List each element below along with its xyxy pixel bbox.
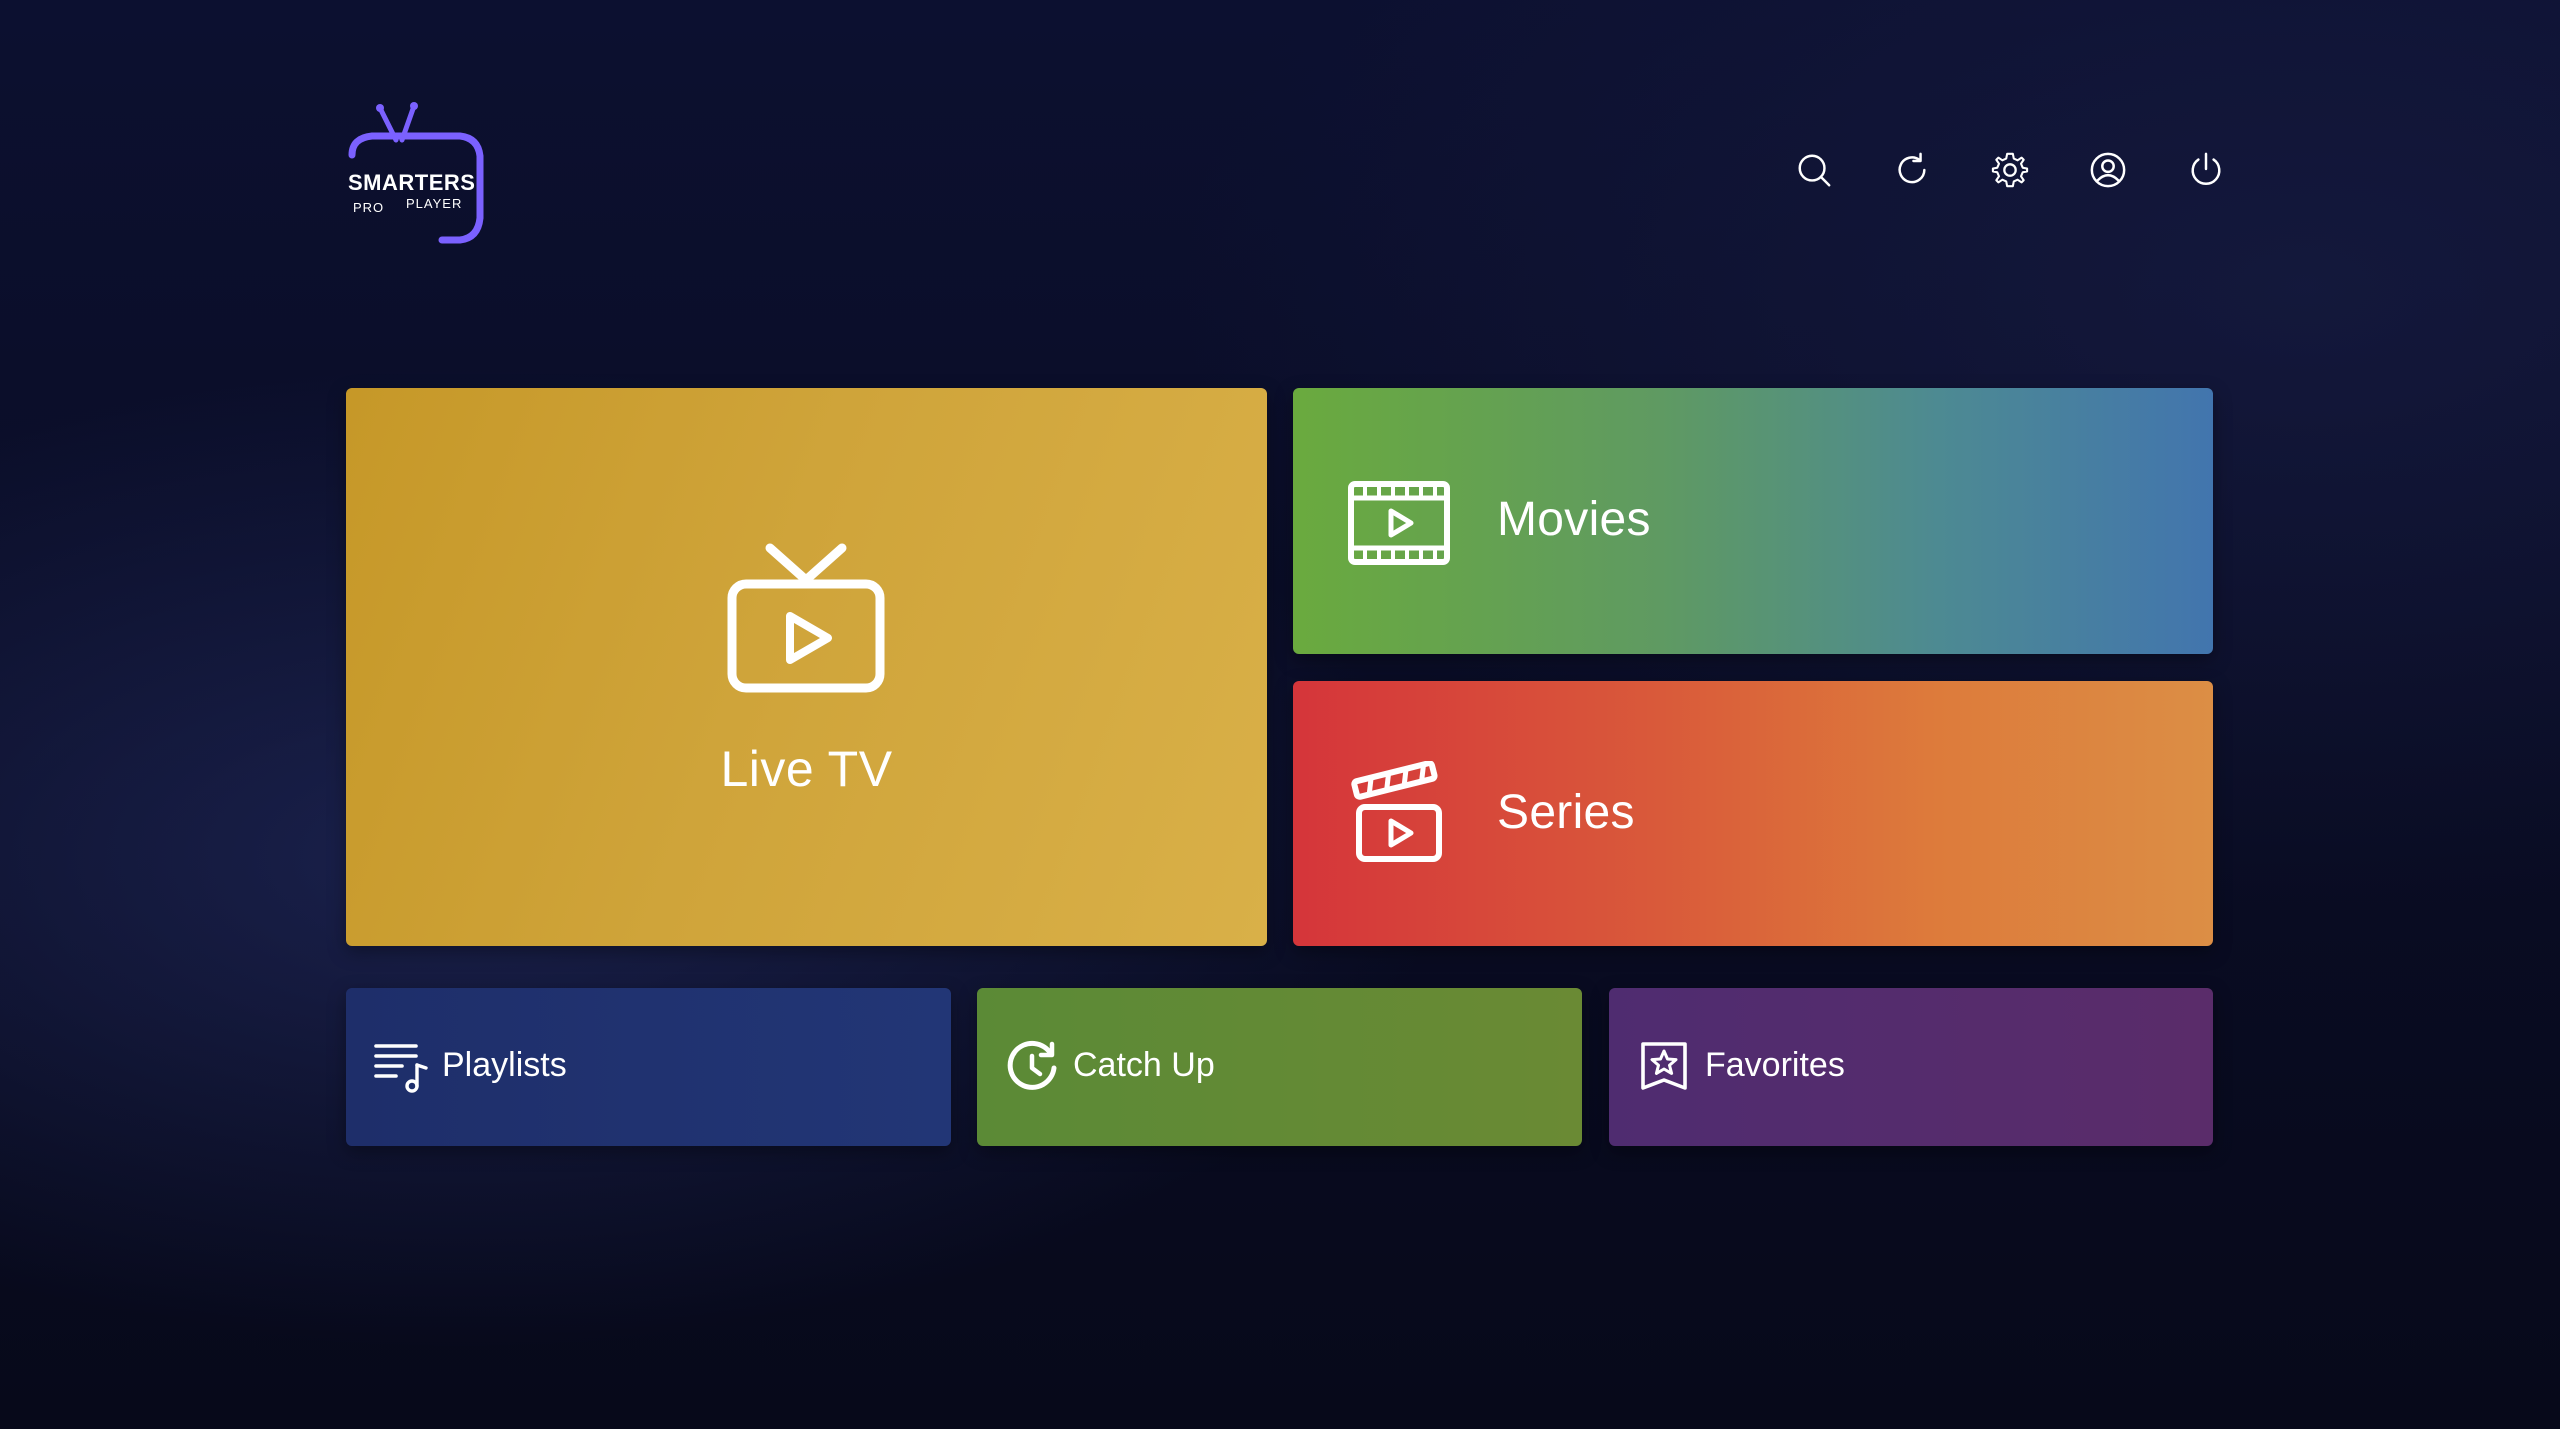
- power-button[interactable]: [2186, 150, 2226, 190]
- playlists-tile[interactable]: Playlists: [346, 988, 951, 1146]
- top-action-bar: [1794, 150, 2226, 190]
- film-play-icon: [1347, 468, 1451, 572]
- logo-subtitle-pro: PRO: [353, 200, 385, 215]
- favorites-label: Favorites: [1705, 1046, 1845, 1084]
- series-label: Series: [1497, 786, 1635, 839]
- power-icon: [2191, 152, 2221, 185]
- live-tv-label: Live TV: [720, 741, 893, 797]
- clapperboard-icon: [1347, 761, 1451, 865]
- series-tile[interactable]: Series: [1293, 681, 2213, 946]
- refresh-icon: [1898, 152, 1926, 184]
- star-badge-icon: [1635, 1038, 1693, 1096]
- movies-tile[interactable]: Movies: [1293, 388, 2213, 654]
- logo-title: SMARTERS: [348, 170, 476, 195]
- catch-up-label: Catch Up: [1073, 1046, 1215, 1084]
- movies-label: Movies: [1497, 493, 1651, 546]
- catch-up-icon: [1003, 1038, 1061, 1096]
- search-button[interactable]: [1794, 150, 1834, 190]
- catch-up-tile[interactable]: Catch Up: [977, 988, 1582, 1146]
- logo-subtitle-player: PLAYER: [406, 196, 463, 211]
- tv-play-icon: [726, 540, 886, 700]
- favorites-tile[interactable]: Favorites: [1609, 988, 2213, 1146]
- refresh-button[interactable]: [1892, 150, 1932, 190]
- settings-button[interactable]: [1990, 150, 2030, 190]
- user-circle-icon: [2090, 152, 2126, 188]
- playlist-music-icon: [372, 1038, 430, 1096]
- profile-button[interactable]: [2088, 150, 2128, 190]
- app-logo: SMARTERS PRO PLAYER: [342, 100, 492, 250]
- search-icon: [1798, 154, 1831, 187]
- live-tv-tile[interactable]: Live TV: [346, 388, 1267, 946]
- playlists-label: Playlists: [442, 1046, 567, 1084]
- gear-icon: [1991, 152, 2029, 188]
